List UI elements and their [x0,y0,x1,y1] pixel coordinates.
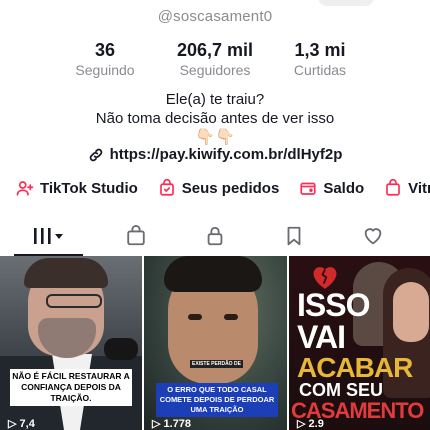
thumbnail-art [24,258,108,288]
bio-line: Ele(a) te traiu? [165,91,265,108]
shopping-bag-check-icon [159,179,174,196]
view-count: ▷ 2.9 [297,418,324,430]
video-title-line: ISSO [297,287,370,323]
profile-bio: Ele(a) te traiu? Não toma decisão antes … [0,90,430,148]
shortcut-balance[interactable]: Saldo [299,179,364,197]
link-icon [89,148,102,161]
thumbnail-art [224,314,238,320]
pointing-down-emoji: 👇🏻👇🏻 [195,129,235,146]
shortcut-showcase[interactable]: Vitri [384,179,430,197]
tab-videos[interactable] [0,220,96,256]
edit-button-fragment[interactable] [318,0,374,6]
thumbnail-art [46,294,102,308]
view-count: ▷ 1.778 [152,418,192,430]
thumbnail-art [393,282,429,342]
stat-label: Seguindo [75,62,135,78]
video-small-tag: EXISTE PERDÃO DE [190,360,243,368]
stat-value: 36 [94,40,116,60]
stat-likes[interactable]: 1,3 mi Curtidas [270,40,370,79]
video-title-line: ACABAR [297,352,413,383]
link-text: https://pay.kiwify.com.br/dlHyf2p [109,146,343,163]
video-title-line: VAI [297,319,346,355]
thumbnail-art [188,314,202,320]
grid-bars-icon [34,228,63,244]
top-cropped-area [0,0,430,6]
stat-label: Seguidores [179,62,251,78]
tab-saved[interactable] [254,220,333,252]
video-thumbnail[interactable]: EXISTE PERDÃO DE O ERRO QUE TODO CASAL C… [144,256,287,430]
shortcut-orders[interactable]: Seus pedidos [158,179,280,197]
heart-icon [364,228,381,245]
shortcut-tiktok-studio[interactable]: TikTok Studio [16,179,138,197]
profile-link[interactable]: https://pay.kiwify.com.br/dlHyf2p [0,146,430,163]
person-plus-icon [16,181,34,196]
profile-stats: 36 Seguindo 206,7 mil Seguidores 1,3 mi … [0,40,430,79]
bio-line: Não toma decisão antes de ver isso [95,110,335,127]
shopping-bag-icon [386,179,400,196]
shortcut-label: Vitri [408,179,430,197]
stat-value: 206,7 mil [176,40,254,60]
shortcut-row: TikTok Studio Seus pedidos Saldo Vitri [16,179,430,197]
view-count: ▷ 7,4 [8,418,35,430]
shortcut-label: Saldo [323,179,365,197]
stat-value: 1,3 mi [294,40,346,60]
lock-icon [207,226,222,246]
broken-heart-icon [313,267,337,289]
tab-private[interactable] [175,220,254,252]
bookmark-icon [287,226,300,246]
tab-liked[interactable] [333,220,412,252]
shortcut-label: TikTok Studio [40,179,138,197]
microphone-icon [104,338,138,360]
thumbnail-art [164,256,262,292]
stat-following[interactable]: 36 Seguindo [50,40,160,79]
profile-tabs [0,220,430,256]
video-thumbnail[interactable]: NÃO É FÁCIL RESTAURAR A CONFIANÇA DEPOIS… [0,256,142,430]
video-thumbnail[interactable]: ISSO VAI ACABAR COM SEU CASAMENTO ▷ 2.9 [289,256,430,430]
stat-followers[interactable]: 206,7 mil Seguidores [160,40,270,79]
video-title-line: COM SEU [299,380,384,400]
shortcut-label: Seus pedidos [181,179,280,197]
video-grid: NÃO É FÁCIL RESTAURAR A CONFIANÇA DEPOIS… [0,256,430,430]
video-caption: NÃO É FÁCIL RESTAURAR A CONFIANÇA DEPOIS… [10,369,132,406]
shopping-bag-icon [126,225,145,246]
tab-shop[interactable] [96,220,175,252]
wallet-icon [300,182,316,195]
stat-label: Curtidas [293,62,347,78]
profile-handle: @soscasament0 [157,8,273,25]
video-caption: O ERRO QUE TODO CASAL COMETE DEPOIS DE P… [156,383,278,417]
